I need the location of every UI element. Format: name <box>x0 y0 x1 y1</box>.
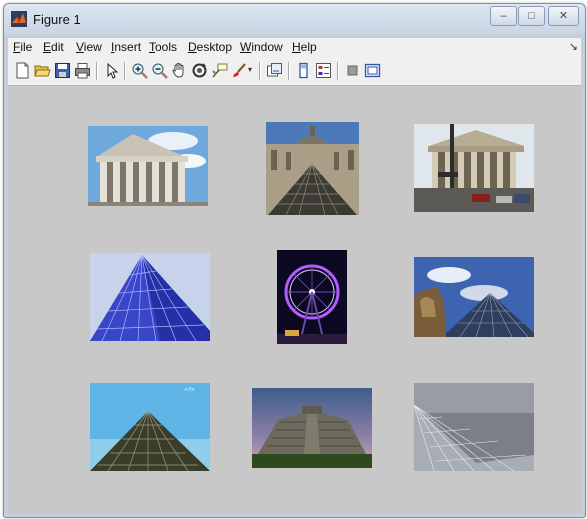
pyramid-statue-sky-image[interactable] <box>414 257 534 337</box>
zoom-in-icon[interactable] <box>131 62 148 79</box>
blue-glass-pyramid-image[interactable] <box>90 253 210 341</box>
menu-view[interactable]: View <box>76 40 102 54</box>
toolbar-separator <box>96 62 98 80</box>
toolbar-separator <box>288 62 290 80</box>
chichen-itza-image[interactable] <box>252 388 372 468</box>
grey-glass-pyramid-image[interactable] <box>414 383 534 471</box>
print-figure-icon[interactable] <box>74 62 91 79</box>
link-plot-icon[interactable] <box>266 62 283 79</box>
menu-overflow-icon[interactable]: ↘ <box>569 40 578 53</box>
menu-help[interactable]: Help <box>292 40 317 54</box>
svg-text:<?>: <?> <box>184 387 195 393</box>
figure-window: Figure 1 – □ ✕ File Edit View Insert Too… <box>3 3 586 518</box>
save-figure-icon[interactable] <box>54 62 71 79</box>
zoom-out-icon[interactable] <box>151 62 168 79</box>
rotate-3d-icon[interactable] <box>191 62 208 79</box>
menu-desktop[interactable]: Desktop <box>188 40 232 54</box>
menu-bar: File Edit View Insert Tools Desktop Wind… <box>8 38 581 57</box>
pan-hand-icon[interactable] <box>171 62 188 79</box>
insert-legend-icon[interactable] <box>315 62 332 79</box>
pantheon-street-image[interactable] <box>414 124 534 212</box>
menu-tools[interactable]: Tools <box>149 40 177 54</box>
data-cursor-icon[interactable] <box>211 62 228 79</box>
pyramid-blue-sky-image[interactable]: <?> <box>90 383 210 471</box>
close-button[interactable]: ✕ <box>548 6 579 26</box>
edit-plot-arrow-icon[interactable] <box>103 62 120 79</box>
menu-file[interactable]: File <box>13 40 32 54</box>
insert-colorbar-icon[interactable] <box>295 62 312 79</box>
hide-plot-tools-icon[interactable] <box>344 62 361 79</box>
ferris-wheel-night-image[interactable] <box>277 250 347 344</box>
window-title: Figure 1 <box>33 12 81 27</box>
toolbar-separator <box>259 62 261 80</box>
new-figure-icon[interactable] <box>14 62 31 79</box>
maximize-button[interactable]: □ <box>518 6 545 26</box>
menu-edit[interactable]: Edit <box>43 40 64 54</box>
toolbar-separator <box>337 62 339 80</box>
minimize-button[interactable]: – <box>490 6 517 26</box>
show-plot-tools-icon[interactable] <box>364 62 381 79</box>
title-bar[interactable]: Figure 1 – □ ✕ <box>4 4 585 34</box>
louvre-pyramid-courtyard-image[interactable] <box>266 122 359 215</box>
brush-icon[interactable] <box>231 62 248 79</box>
madeleine-church-image[interactable] <box>88 126 208 206</box>
figure-toolbar: ▾ <box>8 57 581 86</box>
brush-dropdown-icon[interactable]: ▾ <box>248 65 252 74</box>
open-file-icon[interactable] <box>34 62 51 79</box>
matlab-logo-icon <box>11 11 27 27</box>
menu-window[interactable]: Window <box>240 40 283 54</box>
menu-insert[interactable]: Insert <box>111 40 141 54</box>
toolbar-separator <box>124 62 126 80</box>
figure-canvas[interactable]: <?> <box>8 86 581 513</box>
